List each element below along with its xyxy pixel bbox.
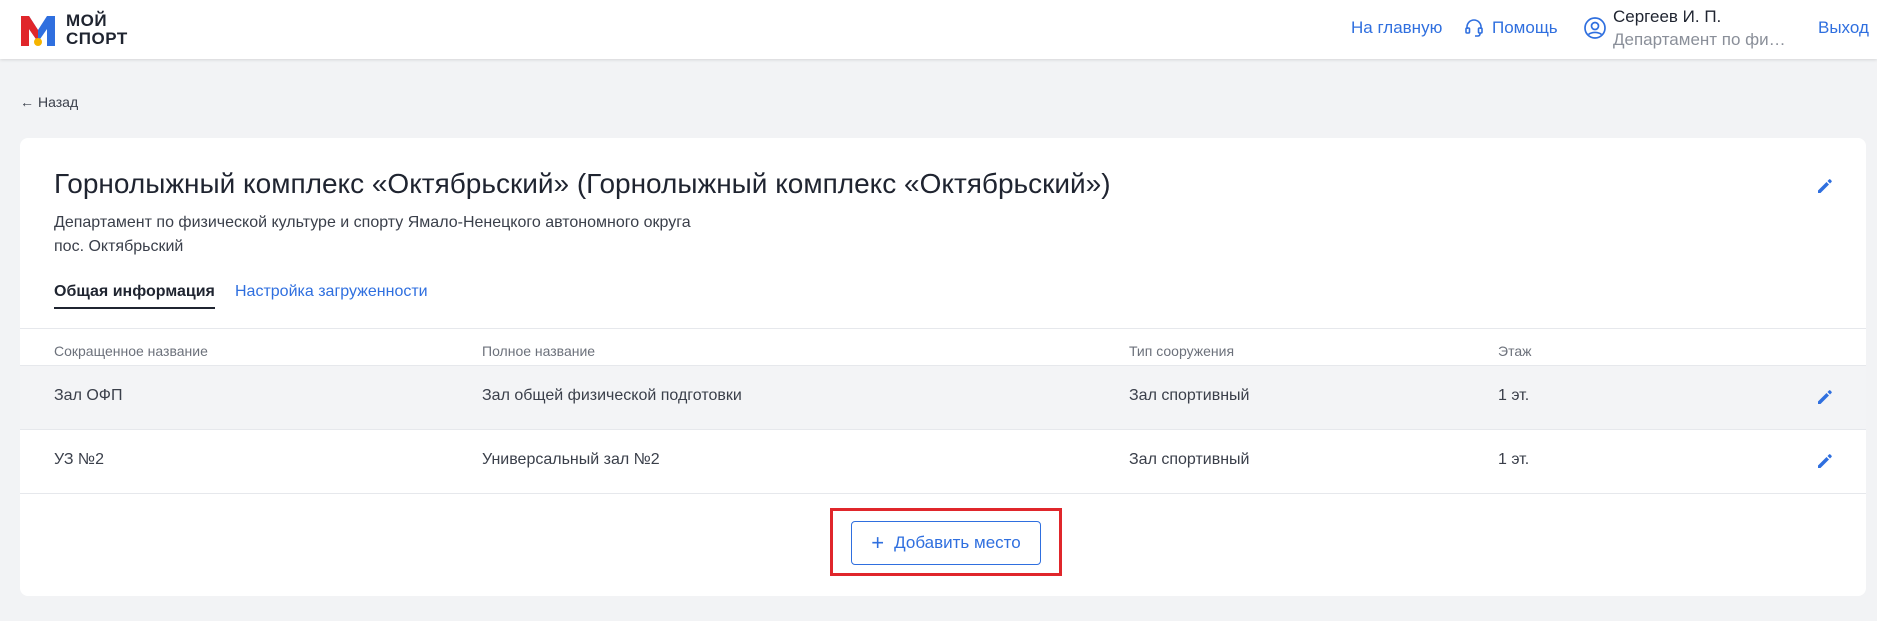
divider	[20, 328, 1866, 329]
tab-general-info[interactable]: Общая информация	[54, 283, 215, 309]
add-place-button[interactable]: + Добавить место	[851, 521, 1041, 565]
cell-full-name: Зал общей физической подготовки	[482, 387, 742, 404]
cell-floor: 1 эт.	[1498, 451, 1530, 468]
cell-short-name: УЗ №2	[54, 451, 104, 468]
page-title: Горнолыжный комплекс «Октябрьский» (Горн…	[54, 168, 1111, 199]
logo-line-1: МОЙ	[66, 11, 108, 30]
cell-short-name: Зал ОФП	[54, 387, 123, 404]
facility-card: Горнолыжный комплекс «Октябрьский» (Горн…	[20, 138, 1866, 596]
edit-row-button[interactable]	[1816, 388, 1834, 406]
cell-structure-type: Зал спортивный	[1129, 387, 1250, 404]
help-link[interactable]: Помощь	[1464, 18, 1558, 38]
user-name[interactable]: Сергеев И. П.	[1613, 7, 1721, 27]
arrow-left-icon: ←	[20, 94, 34, 110]
logo-text: МОЙ СПОРТ	[66, 12, 128, 48]
table-row[interactable]: Зал ОФП Зал общей физической подготовки …	[20, 365, 1866, 429]
plus-icon: +	[871, 530, 885, 555]
column-header-floor: Этаж	[1498, 343, 1532, 359]
headset-icon	[1465, 19, 1483, 37]
pencil-icon	[1818, 390, 1832, 404]
edit-row-button[interactable]	[1816, 452, 1834, 470]
facility-department: Департамент по физической культуре и спо…	[54, 214, 691, 231]
facility-locality: пос. Октябрьский	[54, 238, 184, 255]
cell-full-name: Универсальный зал №2	[482, 451, 660, 468]
tab-load-settings[interactable]: Настройка загруженности	[235, 283, 428, 307]
top-header: МОЙ СПОРТ На главную Помощь Сергеев И. П…	[0, 0, 1877, 59]
cell-structure-type: Зал спортивный	[1129, 451, 1250, 468]
add-place-label: Добавить место	[894, 533, 1021, 552]
home-link[interactable]: На главную	[1351, 18, 1442, 38]
column-header-short-name: Сокращенное название	[54, 343, 208, 359]
column-header-structure-type: Тип сооружения	[1129, 343, 1235, 359]
user-circle-icon[interactable]	[1583, 16, 1607, 40]
back-link[interactable]: ← Назад	[20, 94, 78, 110]
pencil-icon	[1818, 179, 1832, 193]
pencil-icon	[1818, 454, 1832, 468]
moy-sport-logo[interactable]	[19, 14, 57, 47]
exit-link[interactable]: Выход	[1818, 18, 1869, 38]
table-row[interactable]: УЗ №2 Универсальный зал №2 Зал спортивны…	[20, 429, 1866, 494]
back-label: Назад	[38, 94, 79, 110]
cell-floor: 1 эт.	[1498, 387, 1530, 404]
help-label: Помощь	[1492, 18, 1558, 37]
user-department: Департамент по физ...	[1613, 30, 1788, 49]
logo-line-2: СПОРТ	[66, 29, 128, 48]
column-header-full-name: Полное название	[482, 343, 596, 359]
edit-facility-button[interactable]	[1816, 177, 1834, 195]
